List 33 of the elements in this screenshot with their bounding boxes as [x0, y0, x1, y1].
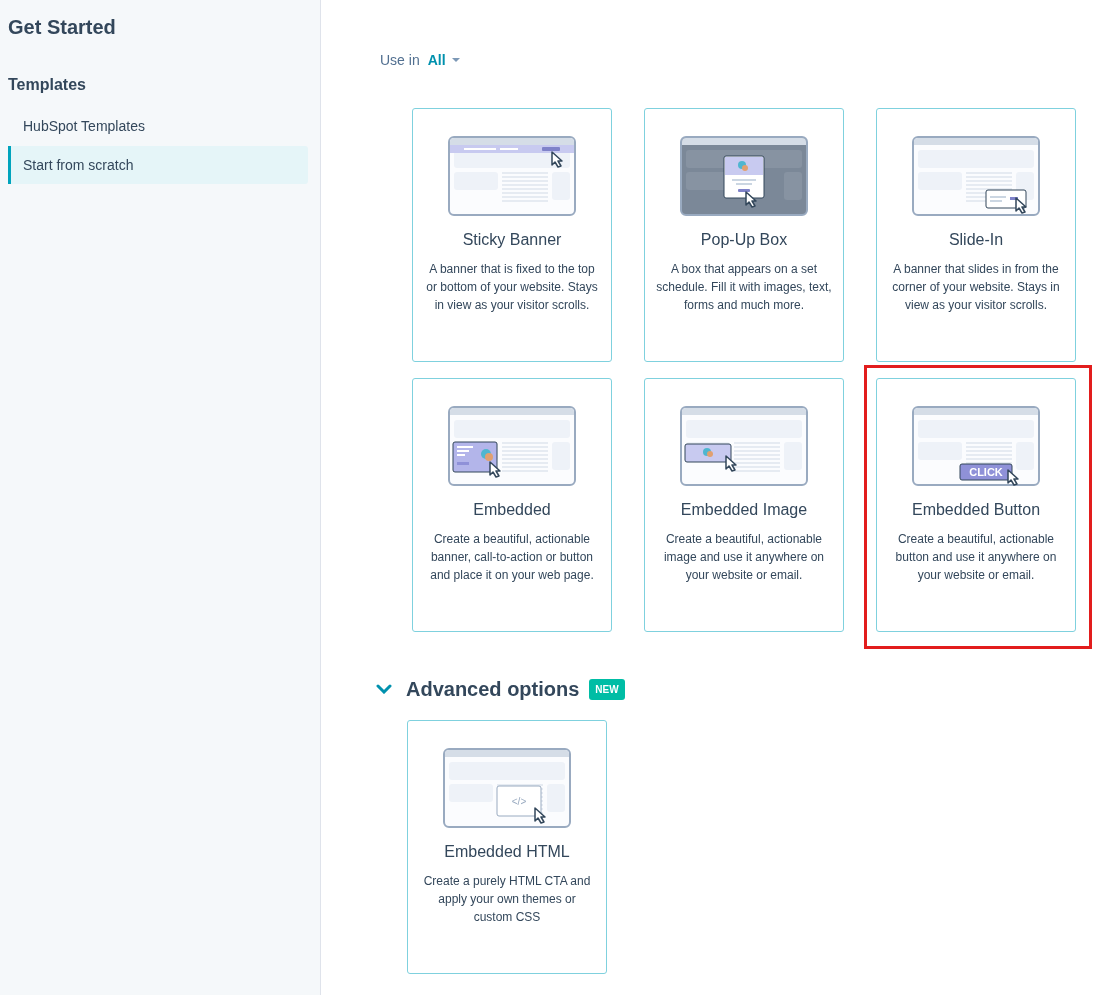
template-card[interactable]: </> Embedded HTML Create a purely HTML CTA and apply your own themes or custom CSS	[407, 720, 607, 974]
card-description: Create a beautiful, actionable button and use it anywhere on your website or email.	[894, 531, 1058, 584]
filter-label: Use in	[380, 51, 420, 70]
template-card[interactable]: Embedded Image Create a beautiful, actionable image and use it anywhere on your website or email.	[644, 378, 844, 632]
sidebar-item[interactable]: Start from scratch	[8, 146, 308, 184]
caret-icon	[451, 58, 460, 63]
new-badge: NEW	[589, 678, 625, 700]
card-description: Create a beautiful, actionable image and use it anywhere on your website or email.	[662, 531, 826, 584]
section-heading: Templates	[7, 75, 87, 95]
card-title: Pop-Up Box	[700, 230, 788, 250]
card-title: Embedded Button	[911, 500, 1041, 520]
code-label: </>	[511, 796, 527, 807]
template-card[interactable]: CLICK Embedded Button Create a beautiful, actionable button and use it anywhere on your website or email.	[876, 378, 1076, 632]
card-title: Embedded	[473, 500, 551, 520]
sidebar-title: Get Started	[7, 15, 117, 40]
template-card[interactable]: Embedded Create a beautiful, actionable banner, call-to-action or button and place it on your web page.	[412, 378, 612, 632]
card-description: A banner that slides in from the corner of your website. Stays in view as your visitor scrolls.	[891, 261, 1061, 314]
template-card[interactable]: Sticky Banner A banner that is fixed to the top or bottom of your website. Stays in view as your visitor scrolls.	[412, 108, 612, 362]
section-heading: Advanced options	[406, 677, 580, 702]
card-description: A banner that is fixed to the top or bottom of your website. Stays in view as your visitor scrolls.	[425, 261, 599, 314]
button-label: CLICK	[969, 466, 1003, 478]
card-title: Sticky Banner	[462, 230, 562, 250]
card-description: Create a beautiful, actionable banner, call-to-action or button and place it on your web page.	[429, 531, 595, 584]
template-card[interactable]: Slide-In A banner that slides in from the corner of your website. Stays in view as your visitor scrolls.	[876, 108, 1076, 362]
filter-dropdown[interactable]: All	[427, 50, 460, 71]
card-title: Slide-In	[948, 230, 1004, 250]
chevron-down-icon[interactable]	[376, 684, 392, 694]
card-title: Embedded Image	[680, 500, 808, 520]
card-description: A box that appears on a set schedule. Fill it with images, text, forms and much more.	[655, 261, 833, 314]
sidebar-item[interactable]: HubSpot Templates	[8, 107, 308, 145]
template-card[interactable]: Pop-Up Box A box that appears on a set schedule. Fill it with images, text, forms and much more.	[644, 108, 844, 362]
card-description: Create a purely HTML CTA and apply your own themes or custom CSS	[422, 873, 592, 926]
card-title: Embedded HTML	[444, 842, 570, 862]
